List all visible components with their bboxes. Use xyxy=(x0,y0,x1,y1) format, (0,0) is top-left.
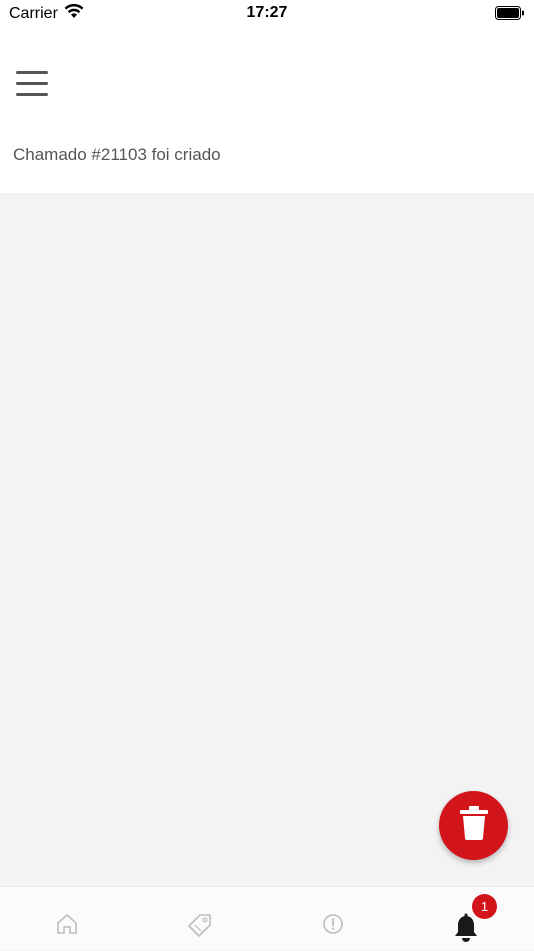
hamburger-menu-icon[interactable] xyxy=(12,68,52,100)
tab-notifications[interactable] xyxy=(399,887,532,951)
tab-alerts[interactable] xyxy=(266,887,399,951)
tab-home[interactable] xyxy=(0,887,133,951)
clock: 17:27 xyxy=(246,4,288,21)
header: Chamado #21103 foi criado xyxy=(0,28,534,193)
bell-icon xyxy=(454,913,477,942)
alert-circle-icon xyxy=(322,914,343,934)
battery-icon xyxy=(495,6,525,25)
notification-badge: 1 xyxy=(472,894,497,919)
status-bar: Carrier 17:27 xyxy=(0,0,534,28)
tab-tags[interactable] xyxy=(133,887,266,951)
delete-button[interactable] xyxy=(439,791,508,860)
home-icon xyxy=(56,914,77,934)
notification-item[interactable]: Chamado #21103 foi criado xyxy=(13,145,221,165)
tab-bar xyxy=(0,886,534,950)
tag-icon xyxy=(187,914,211,937)
content-area xyxy=(0,193,534,886)
trash-icon xyxy=(459,806,489,845)
